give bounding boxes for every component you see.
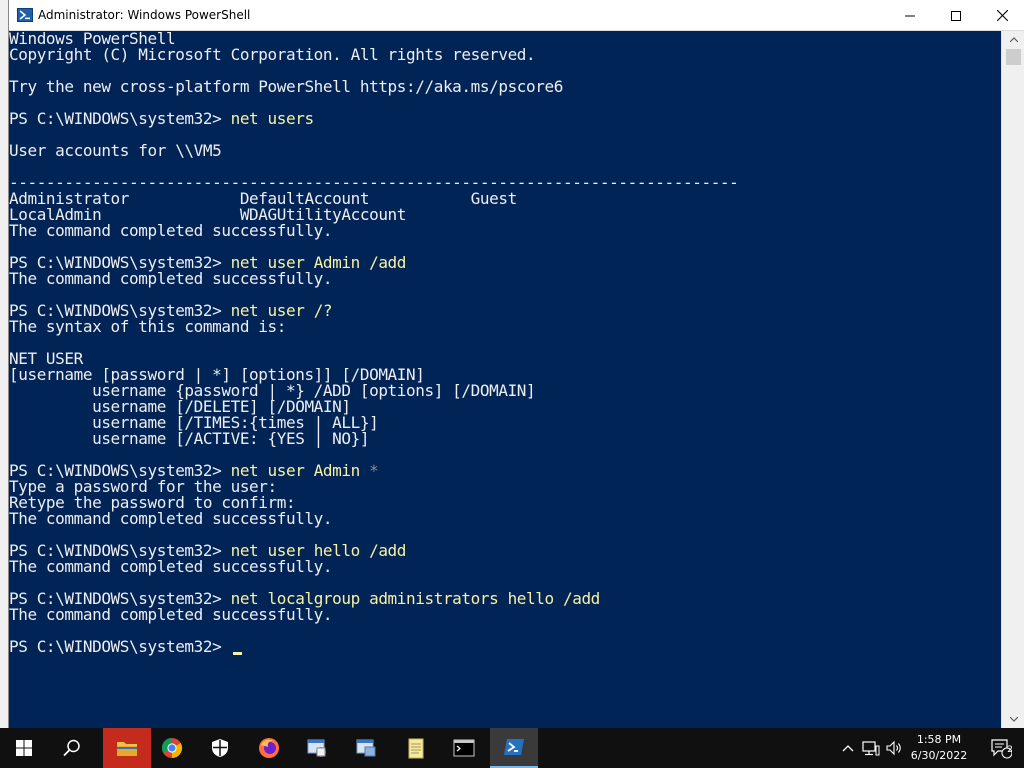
desktop-edge xyxy=(0,0,8,728)
chevron-up-icon xyxy=(842,745,854,752)
taskbar-file-explorer[interactable] xyxy=(103,728,151,768)
shield-icon xyxy=(212,739,228,757)
console-output-line: The command completed successfully. xyxy=(9,269,333,288)
scroll-down-button[interactable] xyxy=(1002,711,1024,728)
console-output-line: User accounts for \\VM5 xyxy=(9,141,222,160)
notification-count-badge: 2 xyxy=(1007,745,1013,755)
volume-icon xyxy=(886,740,901,756)
console-output-line: The command completed successfully. xyxy=(9,605,333,624)
chevron-down-icon xyxy=(1009,717,1018,722)
taskbar-security[interactable] xyxy=(196,728,244,768)
powershell-icon xyxy=(504,739,524,755)
console-command-line: PS C:\WINDOWS\system32> net users xyxy=(9,111,314,127)
console-cursor xyxy=(232,652,242,655)
folder-icon xyxy=(117,742,137,756)
console-output-line: The command completed successfully. xyxy=(9,557,333,576)
action-center-button[interactable]: 2 xyxy=(978,728,1024,768)
console-command-arg: * xyxy=(369,461,379,480)
minimize-icon xyxy=(905,15,915,16)
console-prompt: PS C:\WINDOWS\system32> xyxy=(9,637,231,656)
start-button[interactable] xyxy=(0,728,48,768)
console-current-prompt: PS C:\WINDOWS\system32> xyxy=(9,639,242,655)
app-window-icon xyxy=(307,739,326,757)
taskbar-app-1[interactable] xyxy=(293,728,341,768)
network-button[interactable] xyxy=(860,728,882,768)
app-window-icon xyxy=(356,739,376,757)
show-hidden-icons-button[interactable] xyxy=(838,728,858,768)
notepad-icon xyxy=(408,738,424,759)
maximize-icon xyxy=(951,10,961,21)
console-output-line: The syntax of this command is: xyxy=(9,317,286,336)
taskbar-app-2[interactable] xyxy=(342,728,390,768)
console-output-line: username [/ACTIVE: {YES | NO}] xyxy=(9,429,370,448)
powershell-icon xyxy=(17,8,33,22)
cmd-icon xyxy=(453,739,475,757)
taskbar-chrome[interactable] xyxy=(148,728,196,768)
console-output-line: Copyright (C) Microsoft Corporation. All… xyxy=(9,45,536,64)
console-command: net users xyxy=(230,109,315,128)
clock-time: 1:58 PM xyxy=(916,733,962,746)
taskbar-command-prompt[interactable] xyxy=(440,728,488,768)
firefox-icon xyxy=(259,738,279,758)
console-output-line: The command completed successfully. xyxy=(9,509,333,528)
close-button[interactable] xyxy=(979,0,1024,31)
network-icon xyxy=(862,741,880,756)
console-output-line: The command completed successfully. xyxy=(9,221,333,240)
taskbar-powershell[interactable] xyxy=(490,728,538,768)
search-icon xyxy=(63,739,80,757)
taskbar-notepad[interactable] xyxy=(392,728,440,768)
scroll-up-button[interactable] xyxy=(1002,31,1024,48)
vertical-scrollbar[interactable] xyxy=(1001,31,1024,728)
clock-date: 6/30/2022 xyxy=(910,749,968,762)
close-icon xyxy=(996,10,1008,21)
volume-button[interactable] xyxy=(883,728,905,768)
taskbar-clock[interactable]: 1:58 PM 6/30/2022 xyxy=(906,732,972,764)
window-title: Administrator: Windows PowerShell xyxy=(38,8,251,22)
search-button[interactable] xyxy=(48,728,96,768)
console-output-line: Try the new cross-platform PowerShell ht… xyxy=(9,77,563,96)
minimize-button[interactable] xyxy=(887,0,933,31)
title-bar[interactable]: Administrator: Windows PowerShell xyxy=(9,0,1024,31)
chevron-up-icon xyxy=(1009,37,1018,42)
console-output[interactable]: Windows PowerShell Copyright (C) Microsof… xyxy=(9,31,1001,728)
maximize-button[interactable] xyxy=(933,0,979,31)
powershell-window: Administrator: Windows PowerShell Window… xyxy=(8,0,1024,728)
scroll-thumb[interactable] xyxy=(1006,49,1021,65)
windows-logo-icon xyxy=(16,740,32,756)
chrome-icon xyxy=(161,737,183,759)
taskbar: 1:58 PM 6/30/2022 2 xyxy=(0,728,1024,768)
console-prompt: PS C:\WINDOWS\system32> xyxy=(9,109,231,128)
taskbar-firefox[interactable] xyxy=(245,728,293,768)
